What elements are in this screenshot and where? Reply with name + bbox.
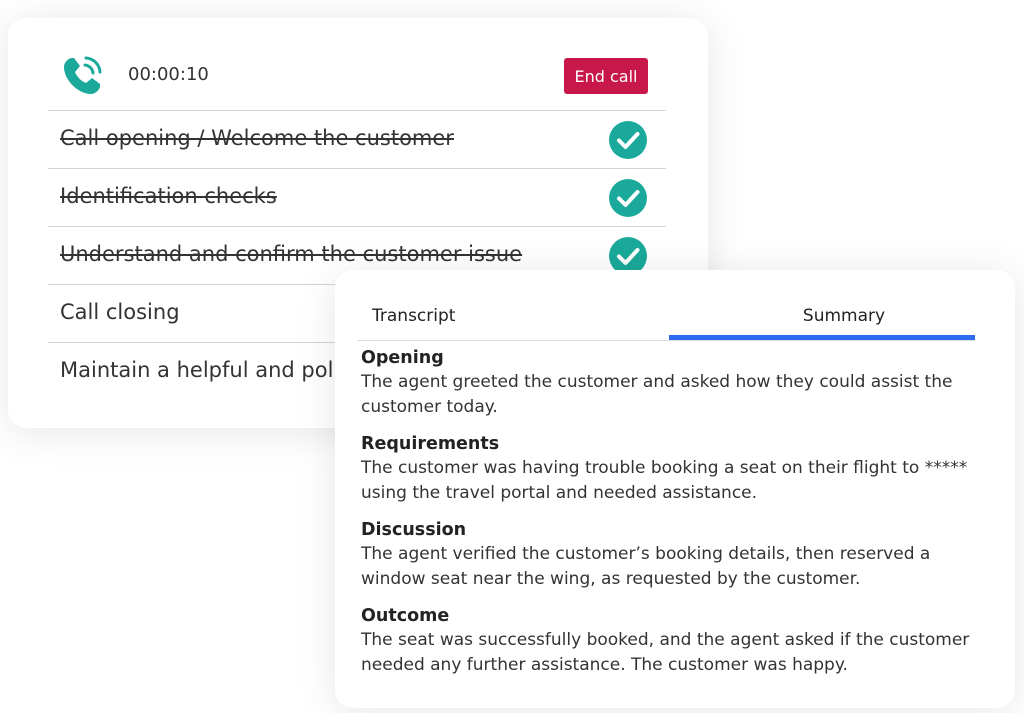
checklist-item-label: Call opening / Welcome the customer (60, 126, 454, 150)
call-header: 00:00:10 End call (8, 18, 708, 110)
tab-summary[interactable]: Summary (691, 292, 997, 340)
checklist-item-label: Understand and confirm the customer issu… (60, 242, 523, 266)
call-timer: 00:00:10 (128, 64, 209, 85)
summary-section-text: The agent verified the customer’s bookin… (361, 544, 931, 589)
tab-bar: Transcript Summary (357, 292, 975, 341)
summary-section-title: Requirements (361, 434, 500, 454)
check-circle-icon (609, 121, 647, 159)
checklist-item-label: Identification checks (60, 184, 277, 208)
summary-section-text: The customer was having trouble booking … (361, 458, 968, 503)
summary-content: Opening The agent greeted the customer an… (361, 346, 975, 690)
checklist-item-label: Call closing (60, 300, 180, 324)
end-call-button[interactable]: End call (564, 58, 648, 94)
checklist-item[interactable]: Identification checks (48, 168, 666, 226)
check-circle-icon (609, 179, 647, 217)
phone-ringing-icon (64, 56, 102, 94)
summary-section-text: The agent greeted the customer and asked… (361, 372, 953, 417)
checklist-item-label: Maintain a helpful and polite (60, 358, 361, 382)
summary-section-title: Outcome (361, 606, 450, 626)
summary-card: Transcript Summary Opening The agent gree… (335, 270, 1015, 708)
summary-section-text: The seat was successfully booked, and th… (361, 630, 970, 675)
checklist-item[interactable]: Call opening / Welcome the customer (48, 110, 666, 168)
summary-section-title: Discussion (361, 520, 467, 540)
active-tab-indicator (669, 335, 975, 340)
summary-section-title: Opening (361, 348, 444, 368)
tab-transcript[interactable]: Transcript (372, 292, 455, 340)
